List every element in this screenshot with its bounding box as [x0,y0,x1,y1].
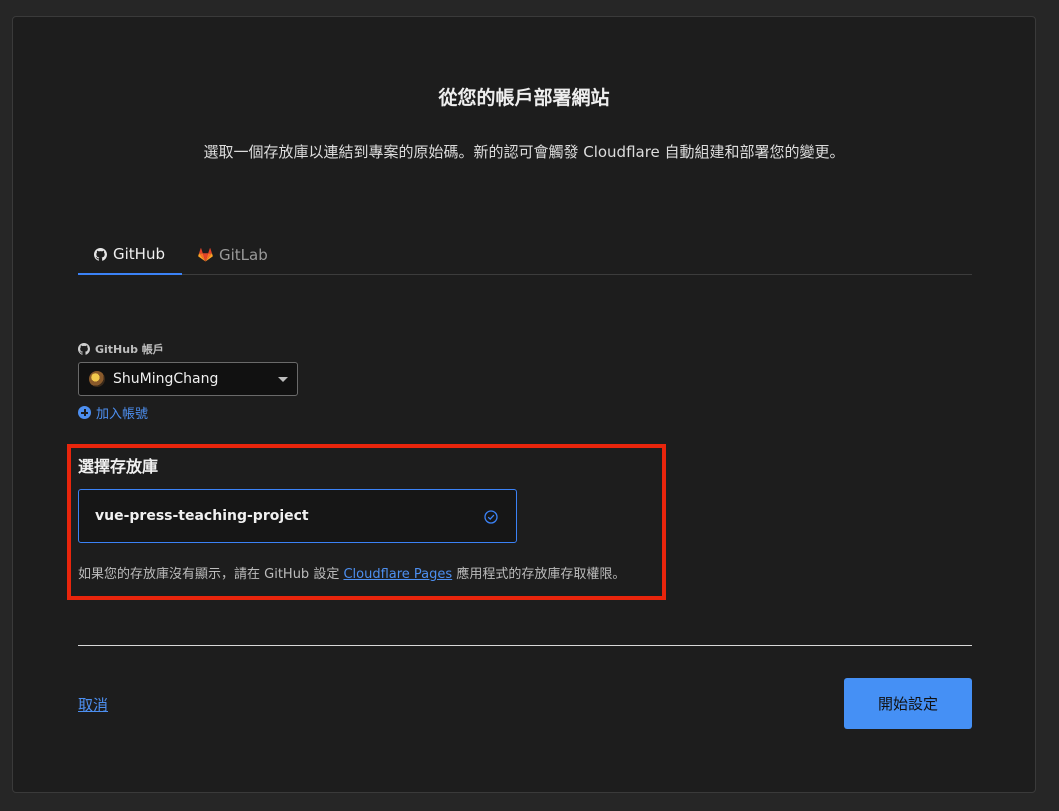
repository-help-text: 如果您的存放庫沒有顯示，請在 GitHub 設定 Cloudflare Page… [78,563,625,582]
tab-gitlab[interactable]: GitLab [198,235,268,275]
add-account-link[interactable]: 加入帳號 [78,403,148,422]
deploy-panel: 從您的帳戶部署網站 選取一個存放庫以連結到專案的原始碼。新的認可會觸發 Clou… [12,16,1036,793]
repository-heading: 選擇存放庫 [78,457,159,476]
tab-github[interactable]: GitHub [78,235,182,275]
account-select-value: ShuMingChang [113,371,219,387]
github-icon [78,343,90,355]
provider-tabs: GitHub GitLab [78,235,972,275]
check-circle-icon [484,510,498,524]
account-label: GitHub 帳戶 [78,341,164,357]
tab-github-label: GitHub [113,245,165,263]
plus-circle-icon [78,406,91,419]
page-title: 從您的帳戶部署網站 [438,87,610,109]
account-select[interactable]: ShuMingChang [78,362,298,396]
help-suffix: 應用程式的存放庫存取權限。 [452,567,626,582]
help-prefix: 如果您的存放庫沒有顯示，請在 GitHub 設定 [78,567,344,582]
page-subtitle: 選取一個存放庫以連結到專案的原始碼。新的認可會觸發 Cloudflare 自動組… [203,143,845,161]
tab-gitlab-label: GitLab [219,246,268,264]
avatar [89,371,105,387]
cloudflare-pages-link[interactable]: Cloudflare Pages [343,567,452,582]
repository-option[interactable]: vue-press-teaching-project [78,489,517,543]
start-setup-button[interactable]: 開始設定 [844,678,972,729]
add-account-label: 加入帳號 [96,407,149,422]
github-icon [94,247,107,261]
chevron-down-icon [278,377,288,382]
divider [78,645,972,646]
cancel-link[interactable]: 取消 [78,694,108,715]
account-label-text: GitHub 帳戶 [95,343,164,356]
gitlab-icon [198,248,213,262]
repository-name: vue-press-teaching-project [95,508,309,524]
